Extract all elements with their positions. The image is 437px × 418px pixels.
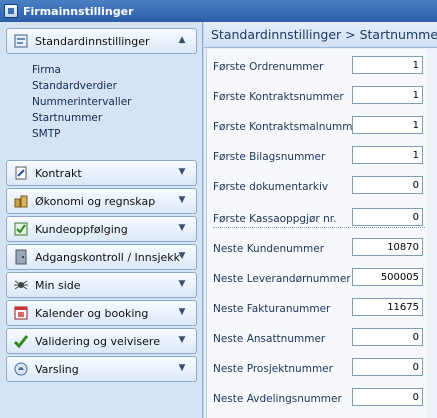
group-label: Validering og veivisere bbox=[35, 334, 160, 348]
field-row: Neste Leverandørnummer bbox=[207, 264, 437, 294]
field-row: Første Kontraktsnummer bbox=[207, 82, 437, 112]
spider-icon bbox=[13, 277, 29, 293]
field-label: Neste Leverandørnummer bbox=[213, 273, 351, 285]
field-row: Første dokumentarkiv bbox=[207, 172, 437, 202]
group-label: Kontrakt bbox=[35, 166, 82, 180]
contract-icon bbox=[13, 165, 29, 181]
subitem-standardverdier[interactable]: Standardverdier bbox=[32, 80, 117, 94]
field-label: Første Ordrenummer bbox=[213, 61, 324, 73]
chevron-down-icon[interactable]: ▼ bbox=[177, 363, 187, 373]
chevron-down-icon[interactable]: ▼ bbox=[177, 279, 187, 289]
door-icon bbox=[13, 249, 29, 265]
field-label: Neste Prosjektnummer bbox=[213, 363, 333, 375]
app-icon bbox=[4, 4, 18, 18]
customer-followup-icon bbox=[13, 221, 29, 237]
field-label: Første Kassaoppgjør nr. bbox=[213, 213, 337, 225]
field-row: Første Ordrenummer bbox=[207, 52, 437, 82]
coins-icon bbox=[13, 193, 29, 209]
group-okonomi[interactable]: Økonomi og regnskap ▼ bbox=[6, 188, 197, 214]
field-row: Neste Prosjektnummer bbox=[207, 354, 437, 384]
field-row: Første Kontraktsmalnummer bbox=[207, 112, 437, 142]
vertical-scrollbar[interactable] bbox=[427, 49, 437, 418]
sidebar: Standardinnstillinger ▲ Firma Standardve… bbox=[0, 22, 203, 418]
field-label: Første dokumentarkiv bbox=[213, 181, 329, 193]
field-label: Første Kontraktsmalnummer bbox=[213, 121, 364, 133]
field-label: Neste Ansattnummer bbox=[213, 333, 326, 345]
group-kundeoppfolging[interactable]: Kundeoppfølging ▼ bbox=[6, 216, 197, 242]
first-vouchernumber-field[interactable] bbox=[352, 146, 423, 164]
chevron-down-icon[interactable]: ▼ bbox=[177, 195, 187, 205]
next-projectnumber-field[interactable] bbox=[352, 358, 423, 376]
next-invoicenumber-field[interactable] bbox=[352, 298, 423, 316]
group-kalender[interactable]: Kalender og booking ▼ bbox=[6, 300, 197, 326]
first-documentarchive-field[interactable] bbox=[352, 176, 423, 194]
field-label: Neste Fakturanummer bbox=[213, 303, 331, 315]
settings-book-icon bbox=[13, 33, 29, 49]
window-titlebar: Firmainnstillinger bbox=[0, 0, 437, 22]
notification-icon bbox=[13, 361, 29, 377]
group-adgangskontroll[interactable]: Adgangskontroll / Innsjekk ▼ bbox=[6, 244, 197, 270]
chevron-down-icon[interactable]: ▼ bbox=[177, 167, 187, 177]
subitem-list: Firma Standardverdier Nummerintervaller … bbox=[6, 64, 197, 172]
subitem-startnummer[interactable]: Startnummer bbox=[32, 112, 102, 126]
field-label: Første Kontraktsnummer bbox=[213, 91, 344, 103]
first-ordernumber-field[interactable] bbox=[352, 56, 423, 74]
group-varsling[interactable]: Varsling ▼ bbox=[6, 356, 197, 382]
group-label: Standardinnstillinger bbox=[35, 34, 150, 48]
checkmark-icon bbox=[13, 333, 29, 349]
group-kontrakt[interactable]: Kontrakt ▼ bbox=[6, 160, 197, 186]
form-panel: Første Ordrenummer Første Kontraktsnumme… bbox=[206, 49, 437, 418]
group-standardinnstillinger[interactable]: Standardinnstillinger ▲ bbox=[6, 28, 197, 54]
first-contractnumber-field[interactable] bbox=[352, 86, 423, 104]
field-row: Neste Ansattnummer bbox=[207, 324, 437, 354]
field-row: Første Kassaoppgjør nr. bbox=[207, 204, 437, 234]
field-row: Neste Fakturanummer bbox=[207, 294, 437, 324]
chevron-down-icon[interactable]: ▼ bbox=[177, 335, 187, 345]
field-label: Neste Avdelingsnummer bbox=[213, 393, 342, 405]
field-row: Første Bilagsnummer bbox=[207, 142, 437, 172]
next-employeenumber-field[interactable] bbox=[352, 328, 423, 346]
calendar-icon bbox=[13, 305, 29, 321]
main-content: Standardinnstillinger > Startnummer Førs… bbox=[204, 22, 437, 418]
group-label: Kundeoppfølging bbox=[35, 222, 128, 236]
field-label: Første Bilagsnummer bbox=[213, 151, 326, 163]
window-title: Firmainnstillinger bbox=[23, 4, 134, 18]
group-label: Økonomi og regnskap bbox=[35, 194, 156, 208]
chevron-up-icon[interactable]: ▲ bbox=[177, 35, 187, 45]
group-validering[interactable]: Validering og veivisere ▼ bbox=[6, 328, 197, 354]
group-label: Varsling bbox=[35, 362, 79, 376]
first-contracttemplatenumber-field[interactable] bbox=[352, 116, 423, 134]
next-customernumber-field[interactable] bbox=[352, 238, 423, 256]
page-title: Standardinnstillinger > Startnummer bbox=[204, 22, 437, 48]
subitem-smtp[interactable]: SMTP bbox=[32, 128, 60, 142]
chevron-down-icon[interactable]: ▼ bbox=[177, 251, 187, 261]
subitem-nummerintervaller[interactable]: Nummerintervaller bbox=[32, 96, 131, 110]
chevron-down-icon[interactable]: ▼ bbox=[177, 307, 187, 317]
field-row: Neste Kundenummer bbox=[207, 234, 437, 264]
group-label: Min side bbox=[35, 278, 81, 292]
group-min-side[interactable]: Min side ▼ bbox=[6, 272, 197, 298]
next-suppliernumber-field[interactable] bbox=[352, 268, 423, 286]
field-label: Neste Kundenummer bbox=[213, 243, 325, 255]
chevron-down-icon[interactable]: ▼ bbox=[177, 223, 187, 233]
subitem-firma[interactable]: Firma bbox=[32, 64, 61, 78]
group-label: Adgangskontroll / Innsjekk bbox=[35, 250, 181, 264]
next-departmentnumber-field[interactable] bbox=[352, 388, 423, 406]
group-label: Kalender og booking bbox=[35, 306, 149, 320]
first-cashsettlement-field[interactable] bbox=[352, 208, 423, 226]
field-row: Neste Avdelingsnummer bbox=[207, 384, 437, 414]
